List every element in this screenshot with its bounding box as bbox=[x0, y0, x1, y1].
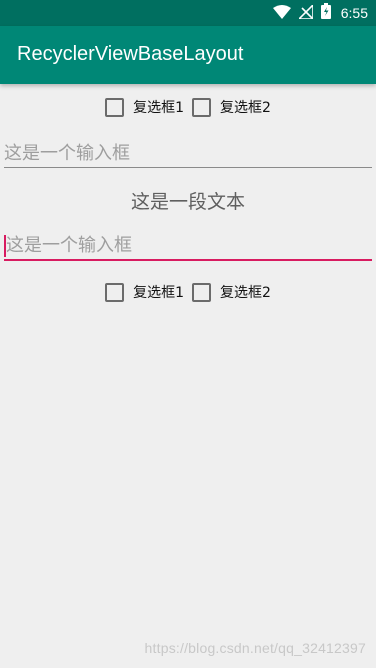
text-input-1[interactable]: 这是一个输入框 bbox=[4, 140, 372, 168]
status-icons: 6:55 bbox=[272, 2, 368, 23]
checkbox-item-4[interactable]: 复选框2 bbox=[192, 282, 271, 302]
checkbox-item-1[interactable]: 复选框1 bbox=[105, 97, 184, 117]
text-input-1-underline bbox=[4, 167, 372, 168]
text-input-2-underline bbox=[4, 259, 372, 261]
status-bar: 6:55 bbox=[0, 0, 376, 26]
wifi-icon bbox=[272, 4, 291, 23]
text-input-2[interactable]: 这是一个输入框 bbox=[4, 232, 372, 261]
watermark: https://blog.csdn.net/qq_32412397 bbox=[144, 640, 366, 656]
app-title: RecyclerViewBaseLayout bbox=[17, 43, 244, 65]
text-view: 这是一段文本 bbox=[130, 191, 245, 213]
app-bar: RecyclerViewBaseLayout bbox=[0, 26, 376, 84]
checkbox-2[interactable] bbox=[192, 97, 211, 117]
checkbox-1[interactable] bbox=[105, 97, 125, 117]
status-time: 6:55 bbox=[340, 5, 368, 21]
checkbox-row-1: 复选框1 复选框2 bbox=[0, 96, 376, 118]
checkbox-row-2: 复选框1 复选框2 bbox=[0, 281, 376, 303]
battery-icon bbox=[320, 3, 331, 23]
checkbox-3[interactable] bbox=[105, 282, 125, 302]
checkbox-4[interactable] bbox=[192, 282, 211, 302]
checkbox-2-label[interactable]: 复选框2 bbox=[220, 97, 271, 117]
checkbox-item-2[interactable]: 复选框2 bbox=[192, 97, 271, 117]
checkbox-item-3[interactable]: 复选框1 bbox=[105, 282, 184, 302]
text-input-2-placeholder[interactable]: 这是一个输入框 bbox=[6, 234, 132, 258]
signal-icon bbox=[296, 2, 314, 23]
checkbox-3-label[interactable]: 复选框1 bbox=[133, 282, 184, 302]
text-input-1-placeholder[interactable]: 这是一个输入框 bbox=[4, 142, 130, 166]
checkbox-1-label[interactable]: 复选框1 bbox=[133, 97, 184, 117]
checkbox-4-label[interactable]: 复选框2 bbox=[220, 282, 271, 302]
